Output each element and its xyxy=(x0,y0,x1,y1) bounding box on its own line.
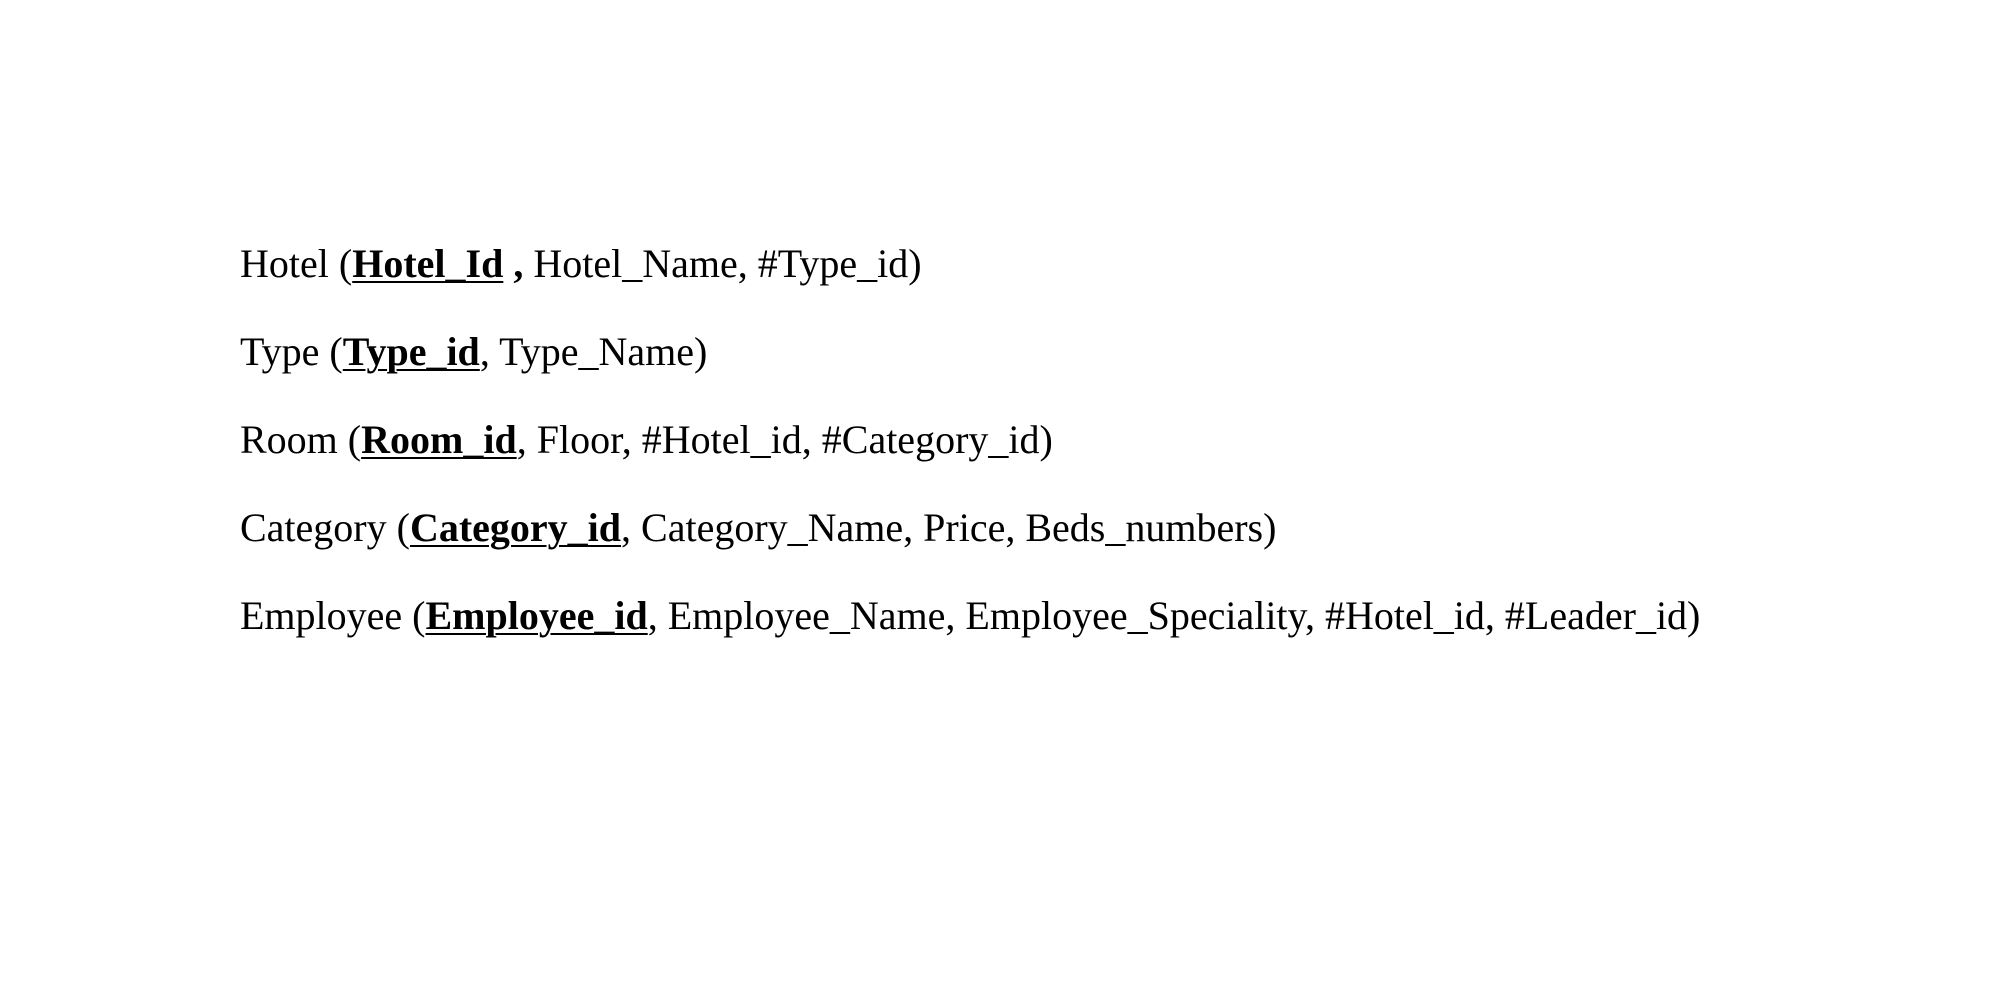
open-paren: ( xyxy=(337,417,362,462)
attributes: , Category_Name, Price, Beds_numbers) xyxy=(621,505,1277,550)
relational-schema: Hotel (Hotel_Id , Hotel_Name, #Type_id) … xyxy=(240,232,1700,672)
primary-key: Employee_id xyxy=(425,593,648,638)
relation-category: Category (Category_id, Category_Name, Pr… xyxy=(240,496,1700,584)
attributes: , Floor, #Hotel_id, #Category_id) xyxy=(516,417,1053,462)
relation-name: Type xyxy=(240,329,320,374)
open-paren: ( xyxy=(402,593,426,638)
relation-employee: Employee (Employee_id, Employee_Name, Em… xyxy=(240,584,1700,672)
primary-key: Type_id xyxy=(342,329,480,374)
primary-key: Category_id xyxy=(409,505,622,550)
open-paren: ( xyxy=(319,329,343,374)
relation-hotel: Hotel (Hotel_Id , Hotel_Name, #Type_id) xyxy=(240,232,1700,320)
open-paren: ( xyxy=(386,505,410,550)
separator: , xyxy=(503,241,524,286)
attributes: Hotel_Name, #Type_id) xyxy=(523,241,922,286)
relation-name: Employee xyxy=(240,593,403,638)
attributes: , Employee_Name, Employee_Speciality, #H… xyxy=(647,593,1701,638)
primary-key: Room_id xyxy=(361,417,517,462)
open-paren: ( xyxy=(328,241,353,286)
relation-type: Type (Type_id, Type_Name) xyxy=(240,320,1700,408)
relation-name: Category xyxy=(240,505,387,550)
relation-name: Room xyxy=(240,417,338,462)
relation-room: Room (Room_id, Floor, #Hotel_id, #Catego… xyxy=(240,408,1700,496)
relation-name: Hotel xyxy=(240,241,329,286)
attributes: , Type_Name) xyxy=(479,329,708,374)
primary-key: Hotel_Id xyxy=(352,241,504,286)
